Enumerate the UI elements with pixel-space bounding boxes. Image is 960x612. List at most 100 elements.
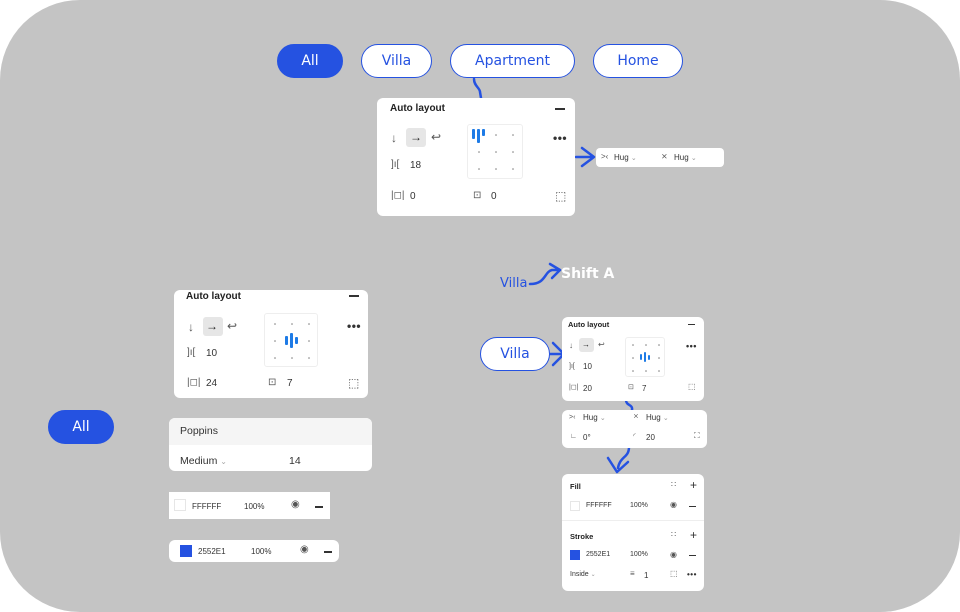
more-options-icon[interactable]: ••• <box>553 132 567 144</box>
filter-apartment-button[interactable]: Apartment <box>450 44 575 78</box>
more-options-icon[interactable]: ••• <box>686 342 697 351</box>
align-dot[interactable] <box>512 168 514 170</box>
stroke-position-select[interactable]: Inside ⌄ <box>570 571 596 578</box>
remove-fill-icon[interactable] <box>315 506 323 508</box>
corner-radius-value[interactable]: 20 <box>646 433 655 442</box>
filter-all-button[interactable]: All <box>277 44 343 78</box>
villa-button[interactable]: Villa <box>480 337 550 371</box>
align-bar <box>295 337 298 344</box>
arrow-right-icon[interactable]: → <box>582 341 590 349</box>
align-dot[interactable] <box>308 357 310 359</box>
vertical-padding-value[interactable]: 7 <box>642 384 646 393</box>
height-hug-select[interactable]: Hug ⌄ <box>646 413 669 422</box>
align-dot[interactable] <box>632 357 634 359</box>
fill-opacity-value[interactable]: 100% <box>244 502 264 511</box>
arrow-down-icon[interactable]: ↓ <box>569 342 573 350</box>
vertical-padding-value[interactable]: 0 <box>491 191 497 202</box>
remove-stroke-icon[interactable] <box>689 555 696 556</box>
horizontal-padding-value[interactable]: 24 <box>206 378 217 389</box>
independent-padding-icon[interactable]: ⬚ <box>348 377 359 389</box>
more-options-icon[interactable]: ••• <box>347 320 361 332</box>
eye-icon[interactable]: ◉ <box>670 551 677 559</box>
horizontal-padding-value[interactable]: 0 <box>410 191 416 202</box>
width-hug-select[interactable]: Hug ⌄ <box>614 153 637 162</box>
alignment-grid[interactable] <box>625 337 665 377</box>
collapse-icon[interactable] <box>688 324 695 325</box>
eye-icon[interactable]: ◉ <box>300 545 309 555</box>
arrow-down-icon[interactable]: ↓ <box>391 132 397 144</box>
align-dot[interactable] <box>291 357 293 359</box>
color-swatch-blue[interactable] <box>180 545 192 557</box>
eye-icon[interactable]: ◉ <box>291 500 300 510</box>
fill-opacity-value[interactable]: 100% <box>630 502 648 509</box>
width-hug-select[interactable]: Hug ⌄ <box>583 413 606 422</box>
align-bar <box>290 333 293 348</box>
fill-hex-value[interactable]: 2552E1 <box>198 547 226 556</box>
align-dot[interactable] <box>632 344 634 346</box>
align-dot[interactable] <box>274 340 276 342</box>
arrow-right-icon[interactable]: → <box>410 131 422 143</box>
font-weight-select[interactable]: Medium ⌄ <box>180 455 227 467</box>
independent-padding-icon[interactable]: ⬚ <box>555 190 566 202</box>
wrap-icon[interactable]: ↩ <box>227 320 237 332</box>
alignment-grid[interactable] <box>467 124 523 179</box>
add-fill-icon[interactable]: + <box>690 479 697 491</box>
align-dot[interactable] <box>632 370 634 372</box>
fill-color-swatch[interactable] <box>570 501 580 511</box>
align-dot[interactable] <box>658 357 660 359</box>
gap-value[interactable]: 10 <box>583 362 592 371</box>
styles-grid-icon[interactable]: ∷ <box>671 481 676 489</box>
fill-hex-value[interactable]: FFFFFF <box>586 502 612 509</box>
align-dot[interactable] <box>308 340 310 342</box>
rotation-value[interactable]: 0° <box>583 433 591 442</box>
align-dot[interactable] <box>495 134 497 136</box>
align-dot[interactable] <box>658 370 660 372</box>
align-dot[interactable] <box>308 323 310 325</box>
height-hug-select[interactable]: Hug ⌄ <box>674 153 697 162</box>
align-dot[interactable] <box>478 151 480 153</box>
remove-fill-icon[interactable] <box>324 551 332 553</box>
add-stroke-icon[interactable]: + <box>690 529 697 541</box>
gap-value[interactable]: 18 <box>410 160 421 171</box>
arrow-down-icon[interactable]: ↓ <box>188 321 194 333</box>
font-size-value[interactable]: 14 <box>289 455 301 467</box>
stroke-opacity-value[interactable]: 100% <box>630 551 648 558</box>
fill-hex-value[interactable]: FFFFFF <box>192 502 221 511</box>
gap-value[interactable]: 10 <box>206 348 217 359</box>
align-dot[interactable] <box>495 151 497 153</box>
alignment-grid[interactable] <box>264 313 318 367</box>
side-filter-all-button[interactable]: All <box>48 410 114 444</box>
stroke-hex-value[interactable]: 2552E1 <box>586 551 610 558</box>
collapse-icon[interactable] <box>349 295 359 297</box>
horizontal-padding-value[interactable]: 20 <box>583 384 592 393</box>
styles-grid-icon[interactable]: ∷ <box>671 531 676 539</box>
color-swatch-white[interactable] <box>174 499 186 511</box>
wrap-icon[interactable]: ↩ <box>431 131 441 143</box>
align-dot[interactable] <box>291 323 293 325</box>
align-dot[interactable] <box>645 344 647 346</box>
filter-home-button[interactable]: Home <box>593 44 683 78</box>
more-options-icon[interactable]: ••• <box>687 571 697 579</box>
align-dot[interactable] <box>274 323 276 325</box>
align-dot[interactable] <box>274 357 276 359</box>
arrow-right-icon[interactable]: → <box>206 320 218 332</box>
eye-icon[interactable]: ◉ <box>670 501 677 509</box>
remove-fill-icon[interactable] <box>689 506 696 507</box>
individual-strokes-icon[interactable]: ⬚ <box>670 570 678 578</box>
independent-padding-icon[interactable]: ⬚ <box>688 383 696 391</box>
filter-villa-button[interactable]: Villa <box>361 44 432 78</box>
align-dot[interactable] <box>495 168 497 170</box>
align-dot[interactable] <box>658 344 660 346</box>
align-dot[interactable] <box>478 168 480 170</box>
collapse-icon[interactable] <box>555 108 565 110</box>
stroke-color-swatch[interactable] <box>570 550 580 560</box>
align-dot[interactable] <box>645 370 647 372</box>
fill-opacity-value[interactable]: 100% <box>251 547 271 556</box>
independent-corners-icon[interactable]: ⛶ <box>694 432 700 440</box>
wrap-icon[interactable]: ↩ <box>598 341 605 349</box>
align-dot[interactable] <box>512 134 514 136</box>
vertical-padding-value[interactable]: 7 <box>287 378 293 389</box>
stroke-weight-value[interactable]: 1 <box>644 571 648 580</box>
chevron-down-icon: ⌄ <box>662 415 669 422</box>
align-dot[interactable] <box>512 151 514 153</box>
